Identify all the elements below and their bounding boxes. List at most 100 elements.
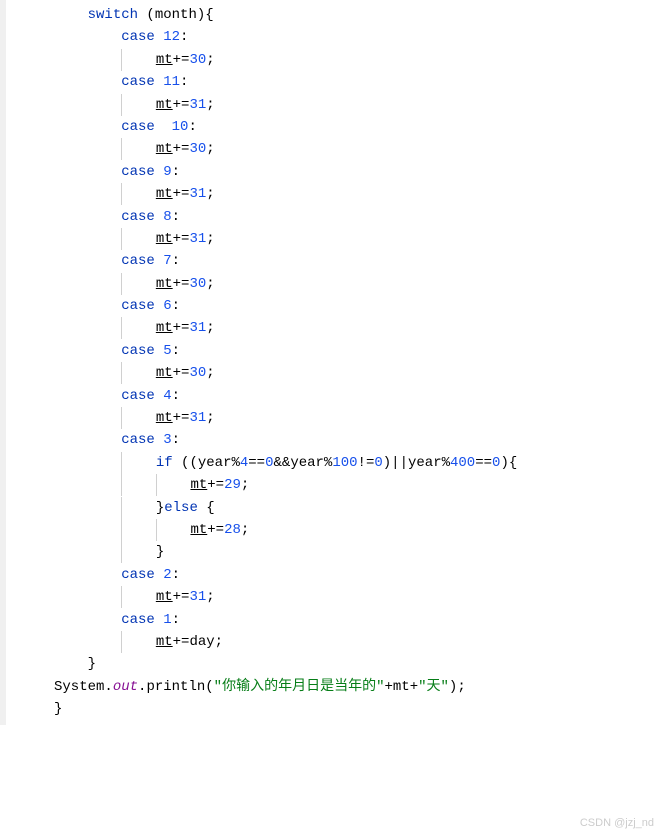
number-literal: 31 xyxy=(189,97,206,113)
code-line: switch (month){ xyxy=(54,4,662,26)
code-line: mt+=30; xyxy=(54,362,662,384)
code-line: case 9: xyxy=(54,161,662,183)
number-literal: 11 xyxy=(163,74,180,90)
code-line: case 8: xyxy=(54,206,662,228)
number-literal: 8 xyxy=(163,209,171,225)
keyword-case: case xyxy=(121,432,155,448)
field-out: out xyxy=(113,679,138,695)
code-line: case 2: xyxy=(54,564,662,586)
number-literal: 30 xyxy=(189,141,206,157)
number-literal: 100 xyxy=(332,455,357,471)
variable-mt: mt xyxy=(156,186,173,202)
code-line: } xyxy=(54,541,662,563)
code-line: case 1: xyxy=(54,609,662,631)
code-line: case 5: xyxy=(54,340,662,362)
number-literal: 31 xyxy=(189,589,206,605)
keyword-case: case xyxy=(121,343,155,359)
variable-mt: mt xyxy=(156,141,173,157)
code-line: mt+=31; xyxy=(54,586,662,608)
keyword-case: case xyxy=(121,253,155,269)
number-literal: 4 xyxy=(163,388,171,404)
code-line: mt+=30; xyxy=(54,138,662,160)
code-line: mt+=31; xyxy=(54,94,662,116)
variable: day xyxy=(189,634,214,650)
code-line: }else { xyxy=(54,497,662,519)
number-literal: 5 xyxy=(163,343,171,359)
code-line: case 10: xyxy=(54,116,662,138)
number-literal: 30 xyxy=(189,365,206,381)
variable: mt xyxy=(393,679,410,695)
variable-mt: mt xyxy=(156,52,173,68)
variable: month xyxy=(155,7,197,23)
code-line: case 3: xyxy=(54,429,662,451)
number-literal: 0 xyxy=(492,455,500,471)
variable-mt: mt xyxy=(156,634,173,650)
method-println: println xyxy=(146,679,205,695)
number-literal: 28 xyxy=(224,522,241,538)
number-literal: 1 xyxy=(163,612,171,628)
number-literal: 31 xyxy=(189,320,206,336)
code-line: case 4: xyxy=(54,385,662,407)
number-literal: 31 xyxy=(189,186,206,202)
code-line: if ((year%4==0&&year%100!=0)||year%400==… xyxy=(54,452,662,474)
number-literal: 31 xyxy=(189,410,206,426)
code-line: } xyxy=(54,653,662,675)
number-literal: 6 xyxy=(163,298,171,314)
number-literal: 12 xyxy=(163,29,180,45)
code-line: mt+=31; xyxy=(54,407,662,429)
number-literal: 0 xyxy=(374,455,382,471)
variable-mt: mt xyxy=(156,231,173,247)
code-line: mt+=31; xyxy=(54,317,662,339)
code-line: case 11: xyxy=(54,71,662,93)
keyword-case: case xyxy=(121,388,155,404)
variable-mt: mt xyxy=(190,522,207,538)
variable: year xyxy=(290,455,324,471)
code-line: mt+=day; xyxy=(54,631,662,653)
keyword-case: case xyxy=(121,209,155,225)
variable: year xyxy=(408,455,442,471)
number-literal: 0 xyxy=(265,455,273,471)
number-literal: 3 xyxy=(163,432,171,448)
variable-mt: mt xyxy=(156,97,173,113)
code-line: System.out.println("你输入的年月日是当年的"+mt+"天")… xyxy=(54,676,662,698)
keyword-else: else xyxy=(164,500,198,516)
number-literal: 31 xyxy=(189,231,206,247)
code-line: case 6: xyxy=(54,295,662,317)
keyword-case: case xyxy=(121,298,155,314)
keyword-case: case xyxy=(121,612,155,628)
keyword-case: case xyxy=(121,29,155,45)
code-line: case 7: xyxy=(54,250,662,272)
code-line: mt+=31; xyxy=(54,228,662,250)
keyword-case: case xyxy=(121,567,155,583)
code-line: mt+=30; xyxy=(54,273,662,295)
code-line: mt+=31; xyxy=(54,183,662,205)
number-literal: 30 xyxy=(189,52,206,68)
variable: year xyxy=(198,455,232,471)
keyword-switch: switch xyxy=(88,7,138,23)
keyword-if: if xyxy=(156,455,173,471)
number-literal: 9 xyxy=(163,164,171,180)
number-literal: 400 xyxy=(450,455,475,471)
number-literal: 10 xyxy=(163,119,188,135)
number-literal: 7 xyxy=(163,253,171,269)
keyword-case: case xyxy=(121,164,155,180)
number-literal: 30 xyxy=(189,276,206,292)
variable-mt: mt xyxy=(156,276,173,292)
code-block: switch (month){ case 12: mt+=30; case 11… xyxy=(0,0,662,725)
variable-mt: mt xyxy=(156,589,173,605)
variable-mt: mt xyxy=(156,410,173,426)
string-literal: "天" xyxy=(418,679,449,695)
number-literal: 2 xyxy=(163,567,171,583)
string-literal: "你输入的年月日是当年的" xyxy=(214,679,385,695)
variable-mt: mt xyxy=(156,365,173,381)
code-line: case 12: xyxy=(54,26,662,48)
code-line: mt+=30; xyxy=(54,49,662,71)
keyword-case: case xyxy=(121,74,155,90)
variable-mt: mt xyxy=(156,320,173,336)
number-literal: 4 xyxy=(240,455,248,471)
code-line: mt+=28; xyxy=(54,519,662,541)
class-system: System xyxy=(54,679,104,695)
code-line: mt+=29; xyxy=(54,474,662,496)
variable-mt: mt xyxy=(190,477,207,493)
watermark-text: CSDN @jzj_nd xyxy=(580,815,654,833)
